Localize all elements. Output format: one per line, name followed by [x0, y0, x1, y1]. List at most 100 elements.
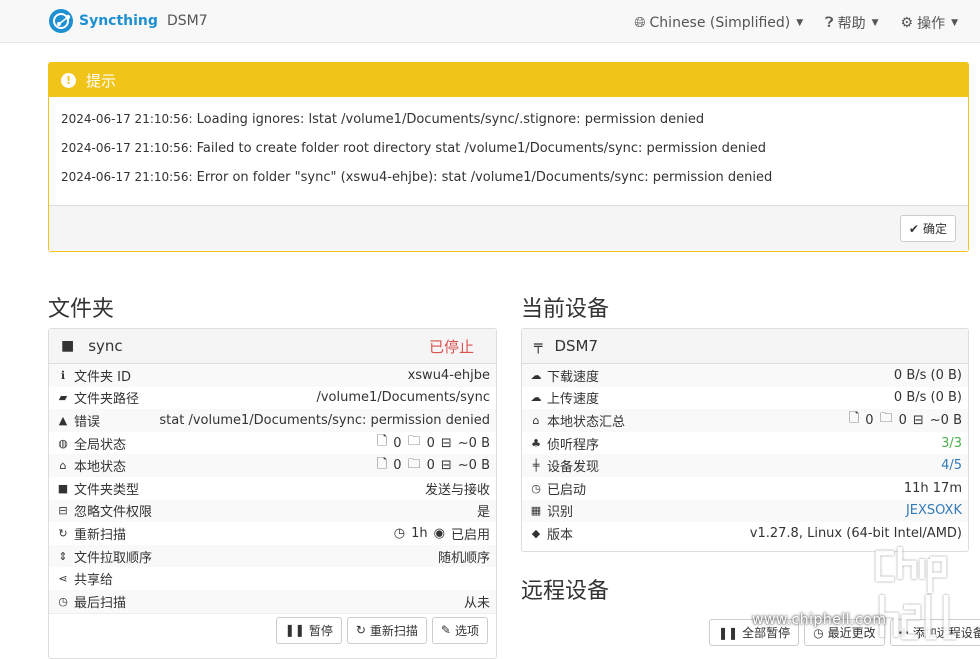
remote-devices-heading: 远程设备 — [521, 579, 610, 604]
notice-title: 提示 — [86, 71, 117, 90]
row-label: 文件拉取顺序 — [74, 550, 153, 566]
notice-header: ! 提示 — [49, 63, 968, 97]
check-icon: ✔ — [908, 221, 919, 236]
eye-icon: ◉ — [433, 525, 445, 541]
notice-footer: ✔ 确定 — [49, 205, 968, 251]
folder-name: sync — [88, 337, 123, 355]
row-label: 最后扫描 — [74, 595, 127, 611]
cloud-upload-icon: ☁ — [530, 391, 542, 405]
actions-label: 操作 — [917, 16, 946, 32]
row-label: 侦听程序 — [547, 437, 600, 453]
rescan-button[interactable]: ↻ 重新扫描 — [346, 616, 427, 644]
listeners-value[interactable]: 3/3 — [941, 436, 962, 451]
download-rate-value: 0 B/s (0 B) — [893, 367, 962, 383]
exclamation-circle-icon: ! — [61, 72, 76, 88]
dir-count: 0 — [426, 435, 435, 451]
warning-icon: ▲ — [58, 413, 68, 427]
ok-label: 确定 — [922, 222, 947, 236]
global-state-row: ◍ 全局状态 🗋︎ 0 🗀︎ 0 ⊟ ~0 B — [49, 432, 496, 455]
cloud-download-icon: ☁ — [530, 368, 542, 382]
signpost-icon: ╪ — [532, 459, 540, 473]
pause-icon: ❚❚ — [718, 625, 739, 640]
chiphell-watermark-logo-icon — [875, 547, 956, 640]
rescan-row: ↻ 重新扫描 ◷ 1h ◉ 已启用 — [49, 522, 496, 545]
folder-path-value: /volume1/Documents/sync — [316, 390, 490, 406]
folder-header[interactable]: ■ sync 已停止 — [49, 329, 496, 364]
caret-down-icon: ▼ — [951, 18, 958, 28]
device-id-link[interactable]: JEXSOXK — [906, 503, 962, 518]
discovery-value[interactable]: 4/5 — [941, 458, 962, 473]
file-count: 0 — [393, 458, 402, 474]
dir-count: 0 — [898, 412, 907, 428]
brand-name: Syncthing — [79, 13, 158, 29]
watch-status: 已启用 — [450, 527, 490, 543]
device-header[interactable]: ╤ DSM7 — [522, 329, 968, 364]
row-label: 文件夹类型 — [74, 482, 140, 498]
shared-with-row: ⋖ 共享给 — [49, 567, 496, 590]
row-label: 本地状态 — [74, 460, 127, 476]
question-icon: ❓︎ — [825, 15, 834, 31]
folder-actions: ❚❚ 暂停 ↻ 重新扫描 ✎ 选项 — [49, 612, 496, 647]
caret-down-icon: ▼ — [871, 18, 879, 28]
hdd-icon: ⊟ — [440, 458, 452, 474]
share-icon: ⋖ — [58, 572, 68, 586]
upload-rate-value: 0 B/s (0 B) — [893, 390, 962, 406]
folder-path-row: ▰ 文件夹路径 /volume1/Documents/sync — [49, 387, 496, 410]
folder-type-row: ■ 文件夹类型 发送与接收 — [49, 477, 496, 500]
notice-line: 2024-06-17 21:10:56: Failed to create fo… — [61, 141, 767, 156]
help-menu[interactable]: ❓︎ 帮助 ▼ — [825, 13, 878, 33]
size-value: ~0 B — [457, 435, 490, 451]
device-icon: ╤ — [534, 338, 543, 354]
file-icon: 🗋︎ — [376, 456, 388, 472]
version-row: ◆ 版本 v1.27.8, Linux (64-bit Intel/AMD) — [522, 522, 968, 545]
folder-type-value: 发送与接收 — [424, 482, 490, 498]
identification-row: ▦ 识别 JEXSOXK — [522, 499, 968, 523]
ok-button[interactable]: ✔ 确定 — [899, 215, 956, 242]
size-value: ~0 B — [929, 412, 962, 428]
download-rate-row: ☁ 下载速度 0 B/s (0 B) — [522, 364, 968, 387]
folder-error-value: stat /volume1/Documents/sync: permission… — [159, 412, 490, 428]
hdd-icon: ⊟ — [912, 412, 924, 428]
rescan-label: 重新扫描 — [369, 623, 418, 638]
clock-icon: ◷ — [531, 481, 541, 495]
language-label: Chinese (Simplified) — [649, 15, 791, 31]
local-state-row: ⌂ 本地状态 🗋︎ 0 🗀︎ 0 ⊟ ~0 B — [49, 454, 496, 477]
file-icon: 🗋︎ — [848, 411, 860, 427]
uptime-value: 11h 17m — [903, 480, 962, 496]
language-menu[interactable]: 🌐︎ Chinese (Simplified) ▼ — [634, 13, 803, 33]
device-name: DSM7 — [167, 13, 208, 29]
home-icon: ⌂ — [59, 459, 67, 473]
local-summary-row: ⌂ 本地状态汇总 🗋︎ 0 🗀︎ 0 ⊟ ~0 B — [522, 409, 968, 432]
tag-icon: ◆ — [531, 526, 541, 540]
row-label: 文件夹路径 — [74, 392, 140, 408]
gear-icon: ⚙ — [900, 15, 914, 31]
folder-outline-icon: 🗀︎ — [407, 434, 421, 450]
device-panel-name: DSM7 — [554, 337, 598, 355]
actions-menu[interactable]: ⚙ 操作 ▼ — [901, 13, 958, 33]
folder-panel: ■ sync 已停止 ℹ 文件夹 ID xswu4-ehjbe ▰ 文件夹路径 /v… — [48, 328, 497, 659]
row-label: 设备发现 — [547, 460, 600, 476]
rescan-interval: 1h — [411, 525, 428, 541]
pause-label: 暂停 — [308, 623, 333, 638]
row-label: 本地状态汇总 — [547, 414, 626, 430]
last-scan-row: ◷ 最后扫描 从未 — [49, 589, 496, 613]
pull-order-value: 随机顺序 — [437, 550, 490, 566]
last-scan-value: 从未 — [463, 595, 490, 611]
file-icon: 🗋︎ — [376, 434, 388, 450]
row-label: 上传速度 — [547, 392, 600, 408]
pause-icon: ❚❚ — [284, 623, 305, 638]
ignore-perms-value: 是 — [476, 505, 490, 521]
pause-button[interactable]: ❚❚ 暂停 — [275, 616, 342, 644]
upload-rate-row: ☁ 上传速度 0 B/s (0 B) — [522, 387, 968, 410]
version-value: v1.27.8, Linux (64-bit Intel/AMD) — [749, 525, 962, 541]
notice-panel: ! 提示 2024-06-17 21:10:56: Loading ignore… — [48, 62, 969, 252]
notice-line: 2024-06-17 21:10:56: Error on folder "sy… — [61, 170, 773, 185]
minus-square-icon: ⊟ — [58, 504, 68, 518]
options-button[interactable]: ✎ 选项 — [431, 616, 488, 644]
folder-id-value: xswu4-ehjbe — [407, 367, 490, 383]
discovery-row: ╪ 设备发现 4/5 — [522, 454, 968, 477]
clock-icon: ◷ — [58, 594, 68, 608]
dir-count: 0 — [426, 458, 435, 474]
brand-logo[interactable]: Syncthing — [48, 8, 158, 34]
folder-outline-icon: 🗀︎ — [407, 456, 421, 472]
